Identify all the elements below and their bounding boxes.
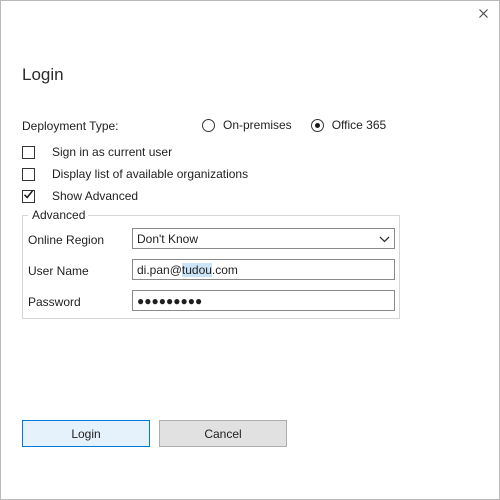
radio-office-365-label: Office 365	[331, 118, 387, 132]
radio-on-premises-label: On-premises	[223, 118, 292, 132]
advanced-group-legend: Advanced	[31, 208, 87, 222]
password-masked-value: ●●●●●●●●●	[137, 293, 203, 308]
online-region-value: Don't Know	[137, 231, 198, 246]
advanced-group-border	[22, 215, 28, 216]
checkmark-icon	[23, 187, 34, 205]
close-button[interactable]	[476, 7, 490, 21]
checkbox-show-advanced-box[interactable]	[22, 187, 35, 205]
online-region-select[interactable]: Don't Know	[132, 228, 395, 249]
password-input[interactable]: ●●●●●●●●●	[132, 290, 395, 311]
checkbox-sign-in-current-user[interactable]: Sign in as current user	[22, 145, 172, 159]
close-icon	[478, 5, 488, 23]
deployment-type-radio-group: On-premises Office 365	[202, 118, 386, 132]
checkbox-display-organizations-label: Display list of available organizations	[52, 167, 249, 181]
radio-on-premises-circle[interactable]	[202, 118, 215, 132]
login-button-mnemonic: L	[71, 426, 78, 441]
deployment-type-label: Deployment Type:	[22, 119, 119, 133]
user-name-input[interactable]: di.pan@ tudou .com	[132, 259, 395, 280]
user-name-value-selected: tudou	[181, 262, 212, 277]
user-name-value-prefix: di.pan@	[137, 262, 182, 277]
login-dialog: Login Deployment Type: On-premises Offic…	[0, 0, 500, 500]
password-label: Password	[28, 295, 81, 309]
radio-selected-dot	[314, 122, 320, 128]
checkbox-sign-in-current-user-box[interactable]	[22, 145, 35, 159]
user-name-value-suffix: .com	[211, 262, 238, 277]
user-name-label: User Name	[28, 264, 89, 278]
radio-on-premises[interactable]: On-premises	[202, 118, 292, 132]
checkbox-display-organizations-box[interactable]	[22, 167, 35, 181]
checkbox-show-advanced-label: Show Advanced	[52, 189, 139, 203]
chevron-down-icon[interactable]	[379, 232, 390, 246]
radio-office-365-circle[interactable]	[310, 118, 324, 132]
radio-office-365[interactable]: Office 365	[310, 118, 387, 132]
login-button[interactable]: Login	[22, 420, 150, 447]
cancel-button[interactable]: Cancel	[159, 420, 287, 447]
checkbox-display-organizations[interactable]: Display list of available organizations	[22, 167, 248, 181]
login-button-label: ogin	[78, 426, 101, 441]
checkbox-sign-in-current-user-label: Sign in as current user	[52, 145, 173, 159]
advanced-group-border	[88, 215, 400, 216]
online-region-label: Online Region	[28, 233, 105, 247]
cancel-button-label: ancel	[212, 426, 242, 441]
checkbox-show-advanced[interactable]: Show Advanced	[22, 189, 138, 203]
dialog-title: Login	[22, 65, 64, 84]
cancel-button-mnemonic: C	[204, 426, 213, 441]
